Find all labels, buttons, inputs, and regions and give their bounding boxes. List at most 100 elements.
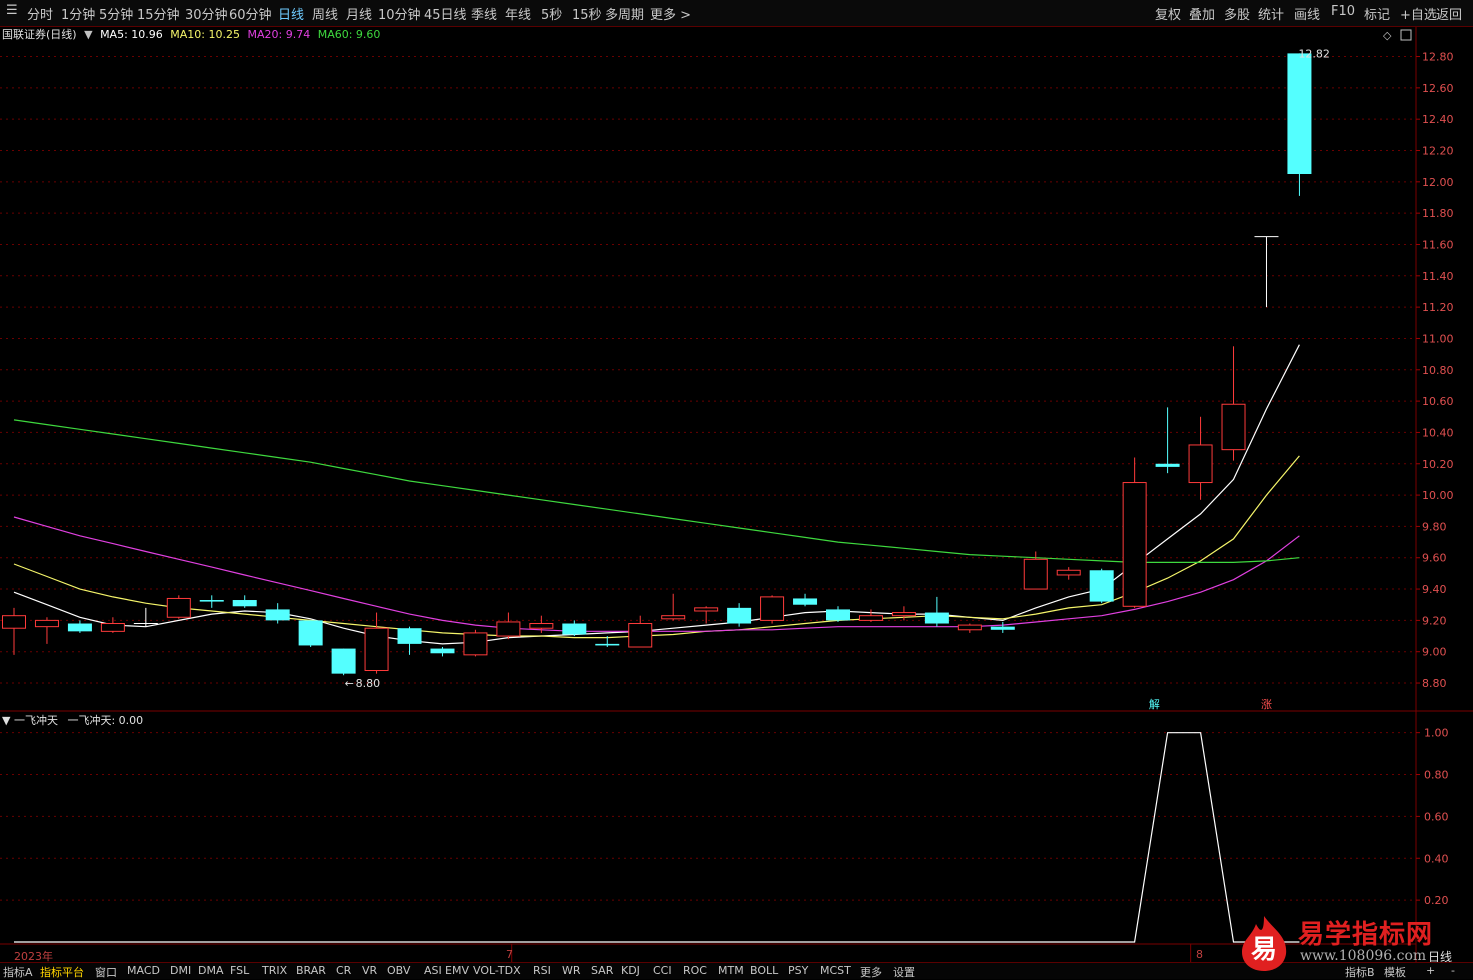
indicator-toggle-icon[interactable]: ▼ xyxy=(2,714,10,727)
indicator-tab-17[interactable]: SAR xyxy=(591,964,613,977)
toolbar-right-8[interactable]: 返回 xyxy=(1436,4,1462,23)
candle-body xyxy=(496,621,521,637)
indicator-tab-14[interactable]: VOL-TDX xyxy=(473,964,521,977)
indicator-tab-13[interactable]: EMV xyxy=(445,964,469,977)
logo-url: www.108096.com xyxy=(1300,948,1427,964)
period-tab-1[interactable]: 1分钟 xyxy=(61,4,95,23)
candle-body xyxy=(298,620,323,646)
indicator-tab-12[interactable]: ASI xyxy=(424,964,442,977)
event-marker-zhang: 涨 xyxy=(1261,698,1272,711)
ma-line-ma60 xyxy=(13,419,1300,564)
period-tab-7[interactable]: 周线 xyxy=(312,4,338,23)
stock-title[interactable]: 国联证券(日线) xyxy=(2,28,77,41)
indicator-tab-9[interactable]: CR xyxy=(336,964,351,977)
candle-body xyxy=(2,615,26,629)
candle-body xyxy=(661,615,686,620)
period-tab-0[interactable]: 分时 xyxy=(27,4,53,23)
toolbar-right-7[interactable]: +自选 xyxy=(1400,4,1437,23)
indicator-tab-20[interactable]: ROC xyxy=(683,964,707,977)
indicator-name[interactable]: 一飞冲天 xyxy=(14,714,58,727)
candle-body xyxy=(1089,570,1114,602)
ma20-label: MA20: 9.74 xyxy=(247,28,311,41)
indicator-tab-24[interactable]: MCST xyxy=(820,964,851,977)
menu-icon[interactable]: ☰ xyxy=(6,3,18,18)
main-y-tick-label: 10.20 xyxy=(1422,458,1454,471)
legend-toggle-icon[interactable]: ▼ xyxy=(84,28,92,41)
candle-body xyxy=(100,623,125,632)
candle-body xyxy=(760,596,785,621)
period-tab-6[interactable]: 日线 xyxy=(278,4,304,23)
candle-body xyxy=(463,632,488,656)
indicator-tab-16[interactable]: WR xyxy=(562,964,581,977)
candle-body xyxy=(793,598,818,605)
main-y-tick-label: 8.80 xyxy=(1422,677,1447,690)
main-y-tick-label: 9.60 xyxy=(1422,552,1447,565)
candle-body xyxy=(1155,463,1180,467)
indicator-tab-18[interactable]: KDJ xyxy=(621,964,640,977)
period-tab-4[interactable]: 30分钟 xyxy=(185,4,228,23)
logo-mark-glyph: 易 xyxy=(1251,935,1277,965)
candle-body xyxy=(1188,444,1213,484)
indicator-tab-10[interactable]: VR xyxy=(362,964,377,977)
candle-body xyxy=(232,600,257,607)
indicator-value: 一飞冲天: 0.00 xyxy=(67,714,144,727)
indicator-y-tick-label: 0.20 xyxy=(1424,894,1449,907)
low-arrow-icon: ← xyxy=(345,677,354,690)
indicator-tab-4[interactable]: DMI xyxy=(170,964,191,977)
period-tab-10[interactable]: 45日线 xyxy=(424,4,467,23)
toolbar-right-1[interactable]: 叠加 xyxy=(1189,4,1215,23)
toolbar-right-5[interactable]: F10 xyxy=(1331,4,1355,19)
toolbar-right-3[interactable]: 统计 xyxy=(1258,4,1284,23)
main-y-tick-label: 11.20 xyxy=(1422,301,1454,314)
main-y-tick-label: 11.60 xyxy=(1422,238,1454,251)
main-y-tick-label: 10.40 xyxy=(1422,426,1454,439)
indicator-tab-23[interactable]: PSY xyxy=(788,964,808,977)
indicator-tab-7[interactable]: TRIX xyxy=(262,964,287,977)
period-tab-11[interactable]: 季线 xyxy=(471,4,497,23)
main-y-tick-label: 9.80 xyxy=(1422,520,1447,533)
main-y-tick-label: 11.00 xyxy=(1422,332,1454,345)
main-y-tick-label: 12.80 xyxy=(1422,51,1454,64)
ma5-label: MA5: 10.96 xyxy=(100,28,163,41)
main-y-tick-label: 10.80 xyxy=(1422,364,1454,377)
main-y-tick-label: 12.00 xyxy=(1422,176,1454,189)
toolbar-right-0[interactable]: 复权 xyxy=(1155,4,1181,23)
main-y-tick-label: 12.20 xyxy=(1422,145,1454,158)
main-y-tick-label: 10.00 xyxy=(1422,489,1454,502)
toolbar-right-6[interactable]: 标记 xyxy=(1364,4,1390,23)
indicator-tab-6[interactable]: FSL xyxy=(230,964,249,977)
candle-body xyxy=(957,624,982,631)
indicator-tab-15[interactable]: RSI xyxy=(533,964,551,977)
period-tab-12[interactable]: 年线 xyxy=(505,4,531,23)
candle-body xyxy=(628,623,653,648)
indicator-tab-21[interactable]: MTM xyxy=(718,964,744,977)
logo-text: 易学指标网 xyxy=(1298,920,1434,950)
candle-body xyxy=(166,597,191,618)
main-y-tick-label: 12.60 xyxy=(1422,82,1454,95)
indicator-tab-11[interactable]: OBV xyxy=(387,964,410,977)
period-tab-2[interactable]: 5分钟 xyxy=(99,4,133,23)
indicator-tab-5[interactable]: DMA xyxy=(198,964,224,977)
panel-toggle-icon xyxy=(1400,29,1412,41)
main-y-tick-label: 10.60 xyxy=(1422,395,1454,408)
indicator-tab-3[interactable]: MACD xyxy=(127,964,160,977)
toolbar-right-4[interactable]: 画线 xyxy=(1294,4,1320,23)
period-tab-8[interactable]: 月线 xyxy=(346,4,372,23)
candle-body xyxy=(199,600,224,602)
indicator-tab-22[interactable]: BOLL xyxy=(750,964,778,977)
period-tab-15[interactable]: 多周期 xyxy=(605,4,644,23)
period-tab-16[interactable]: 更多 > xyxy=(650,4,691,23)
period-tab-9[interactable]: 10分钟 xyxy=(378,4,421,23)
candle-body xyxy=(891,612,916,617)
candle-body xyxy=(1023,558,1048,590)
period-tab-5[interactable]: 60分钟 xyxy=(229,4,272,23)
indicator-tab-8[interactable]: BRAR xyxy=(296,964,326,977)
period-tab-14[interactable]: 15秒 xyxy=(572,4,602,23)
chart-canvas[interactable]: 12.80 12.60 12.40 12.20 12.00 11.80 11.60 11.40… xyxy=(0,0,1473,978)
indicator-tab-19[interactable]: CCI xyxy=(653,964,672,977)
period-tab-3[interactable]: 15分钟 xyxy=(137,4,180,23)
candle-body xyxy=(826,609,850,621)
toolbar-right-2[interactable]: 多股 xyxy=(1224,4,1250,23)
ma60-label: MA60: 9.60 xyxy=(317,28,381,41)
period-tab-13[interactable]: 5秒 xyxy=(541,4,562,23)
